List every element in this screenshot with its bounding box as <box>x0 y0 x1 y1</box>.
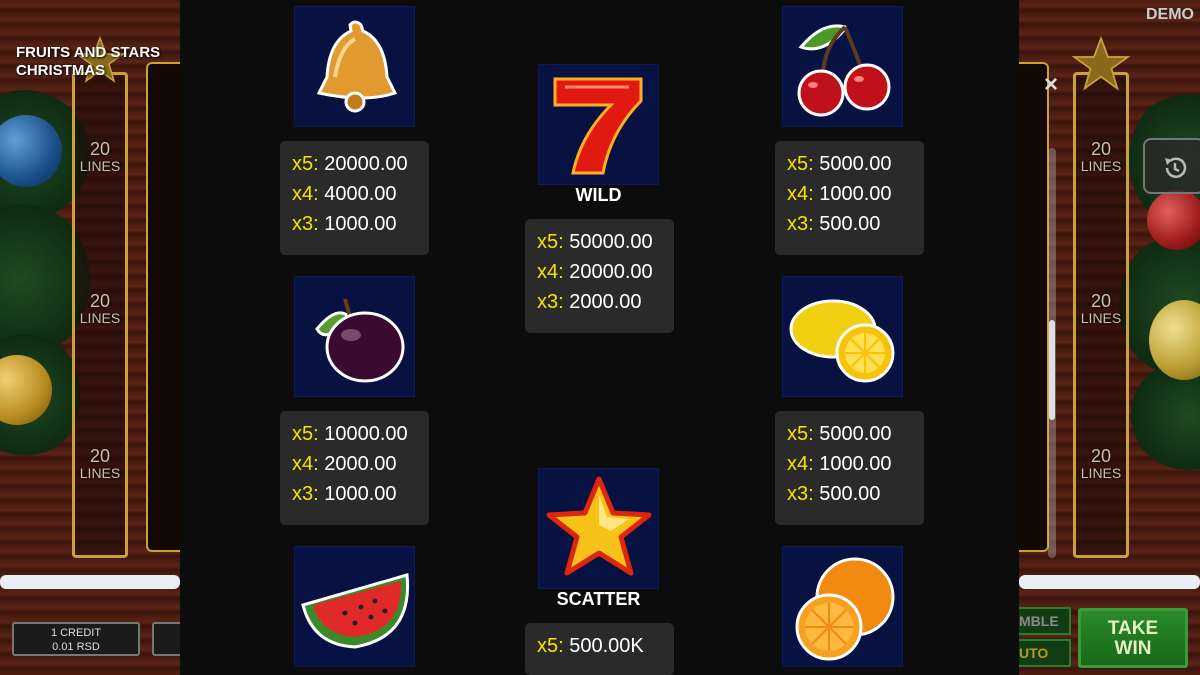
pay-row: x5: 500.00K <box>537 635 644 657</box>
bell-paytable: x5: 20000.00 x4: 4000.00 x3: 1000.00 <box>280 141 429 255</box>
lines-tag: 20 LINES <box>1080 291 1122 326</box>
pay-row: x5: 10000.00 <box>292 423 408 445</box>
cherry-paytable: x5: 5000.00 x4: 1000.00 x3: 500.00 <box>775 141 924 255</box>
auto-button[interactable]: UTO <box>1019 639 1071 667</box>
pay-row: x3: 500.00 <box>787 483 881 505</box>
orange-symbol <box>782 546 903 667</box>
lines-indicator-right: 20 LINES 20 LINES 20 LINES <box>1073 72 1129 558</box>
orange-icon <box>795 557 895 661</box>
red-ornament <box>1147 190 1200 250</box>
pay-row: x4: 20000.00 <box>537 261 653 283</box>
lines-tag: 20 LINES <box>79 291 121 326</box>
seven-symbol <box>538 64 659 185</box>
history-icon <box>1165 157 1187 178</box>
scatter-paytable: x5: 500.00K <box>525 623 674 675</box>
bell-icon <box>316 20 398 113</box>
wild-label: WILD <box>575 185 622 205</box>
reel-frame-left <box>146 62 180 552</box>
lines-tag: 20 LINES <box>79 139 121 174</box>
pay-row: x3: 2000.00 <box>537 291 642 313</box>
wild-paytable: x5: 50000.00 x4: 20000.00 x3: 2000.00 <box>525 219 674 333</box>
lines-indicator-left: 20 LINES 20 LINES 20 LINES <box>72 72 128 558</box>
demo-label: DEMO <box>1146 6 1194 23</box>
snow-strip <box>1019 575 1200 589</box>
bell-symbol <box>294 6 415 127</box>
take-win-button[interactable]: TAKE WIN <box>1078 608 1188 668</box>
history-button[interactable] <box>1143 138 1200 194</box>
star-icon <box>546 476 652 576</box>
star-icon <box>1071 36 1131 91</box>
lemon-paytable: x5: 5000.00 x4: 1000.00 x3: 500.00 <box>775 411 924 525</box>
watermelon-icon <box>301 573 410 649</box>
reel-frame-right <box>1019 62 1049 552</box>
cherry-symbol <box>782 6 903 127</box>
pay-row: x5: 5000.00 <box>787 423 892 445</box>
lines-tag: 20 LINES <box>1080 446 1122 481</box>
scrollbar-thumb[interactable] <box>1049 320 1055 420</box>
star-symbol <box>538 468 659 589</box>
snow-strip <box>0 575 180 589</box>
cherry-icon <box>797 24 891 117</box>
gamble-button[interactable]: MBLE <box>1019 607 1071 635</box>
pay-row: x5: 50000.00 <box>537 231 653 253</box>
lines-tag: 20 LINES <box>79 446 121 481</box>
credit-display[interactable]: 1 CREDIT 0.01 RSD <box>12 622 140 656</box>
lines-tag: 20 LINES <box>1080 139 1122 174</box>
bet-display[interactable] <box>152 622 182 656</box>
lemon-symbol <box>782 276 903 397</box>
pay-row: x5: 20000.00 <box>292 153 408 175</box>
pay-row: x4: 2000.00 <box>292 453 397 475</box>
pay-row: x4: 4000.00 <box>292 183 397 205</box>
scatter-label: SCATTER <box>556 589 641 609</box>
watermelon-symbol <box>294 546 415 667</box>
game-screen: 20 LINES 20 LINES 20 LINES FRUITS AND STARS… <box>0 0 1200 675</box>
plum-paytable: x5: 10000.00 x4: 2000.00 x3: 1000.00 <box>280 411 429 525</box>
close-icon[interactable]: × <box>1044 73 1064 97</box>
pay-row: x4: 1000.00 <box>787 453 892 475</box>
pay-row: x3: 1000.00 <box>292 213 397 235</box>
lemon-icon <box>789 299 895 383</box>
pay-row: x3: 1000.00 <box>292 483 397 505</box>
seven-icon <box>553 77 643 175</box>
game-title: FRUITS AND STARS CHRISTMAS <box>16 44 161 79</box>
pay-row: x5: 5000.00 <box>787 153 892 175</box>
plum-symbol <box>294 276 415 397</box>
plum-icon <box>315 298 405 383</box>
pay-row: x3: 500.00 <box>787 213 881 235</box>
pay-row: x4: 1000.00 <box>787 183 892 205</box>
